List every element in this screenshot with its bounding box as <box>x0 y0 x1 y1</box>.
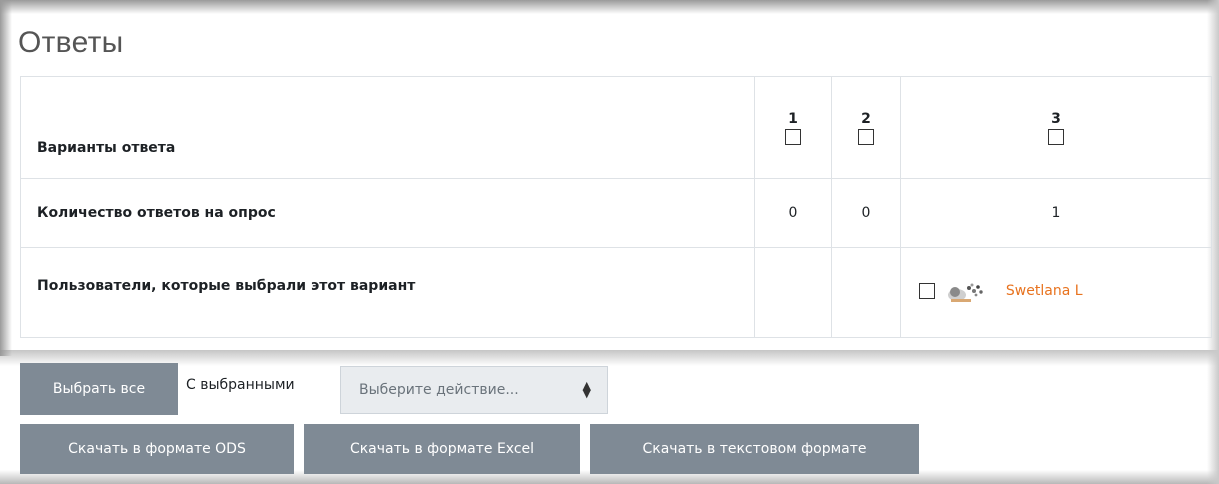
user-link-swetlana[interactable]: Swetlana L <box>1006 283 1083 299</box>
column-number-3: 3 <box>1051 110 1061 127</box>
select-column-1-checkbox[interactable] <box>785 128 801 145</box>
users-column-2 <box>831 247 901 338</box>
count-column-3: 1 <box>900 178 1212 248</box>
window-shadow-left <box>0 0 12 356</box>
row-header-options: Варианты ответа <box>20 76 755 179</box>
row-header-users: Пользователи, которые выбрали этот вариа… <box>20 247 755 338</box>
table-row-counts: Количество ответов на опрос 0 0 1 <box>20 178 1212 248</box>
count-column-1: 0 <box>754 178 832 248</box>
table-row-options: Варианты ответа 1 2 3 <box>20 76 1212 179</box>
select-column-2-checkbox[interactable] <box>858 128 874 145</box>
responses-table: Варианты ответа 1 2 3 Количество ответов… <box>20 76 1212 338</box>
users-column-1 <box>754 247 832 338</box>
page-title: Ответы <box>18 26 124 59</box>
row-header-counts: Количество ответов на опрос <box>20 178 755 248</box>
column-header-2: 2 <box>831 76 901 179</box>
column-header-3: 3 <box>900 76 1212 179</box>
column-header-1: 1 <box>754 76 832 179</box>
window-shadow-bottom <box>0 350 1219 366</box>
download-ods-button[interactable]: Скачать в формате ODS <box>20 424 294 474</box>
user-avatar-icon <box>943 278 999 304</box>
select-all-button[interactable]: Выбрать все <box>20 363 178 415</box>
action-select-value: Выберите действие... <box>359 382 519 398</box>
select-arrows-icon: ▲ ▼ <box>582 379 591 400</box>
select-column-3-checkbox[interactable] <box>1048 128 1064 145</box>
download-text-button[interactable]: Скачать в текстовом формате <box>590 424 919 474</box>
action-select[interactable]: Выберите действие... ▲ ▼ <box>340 366 608 414</box>
users-column-3: Swetlana L <box>900 247 1212 338</box>
with-selected-label: С выбранными <box>186 377 295 393</box>
table-row-users: Пользователи, которые выбрали этот вариа… <box>20 247 1212 338</box>
window-shadow-top <box>0 0 1219 14</box>
select-user-checkbox[interactable] <box>919 283 935 299</box>
column-number-1: 1 <box>788 110 798 127</box>
download-excel-button[interactable]: Скачать в формате Excel <box>304 424 580 474</box>
count-column-2: 0 <box>831 178 901 248</box>
column-number-2: 2 <box>861 110 871 127</box>
